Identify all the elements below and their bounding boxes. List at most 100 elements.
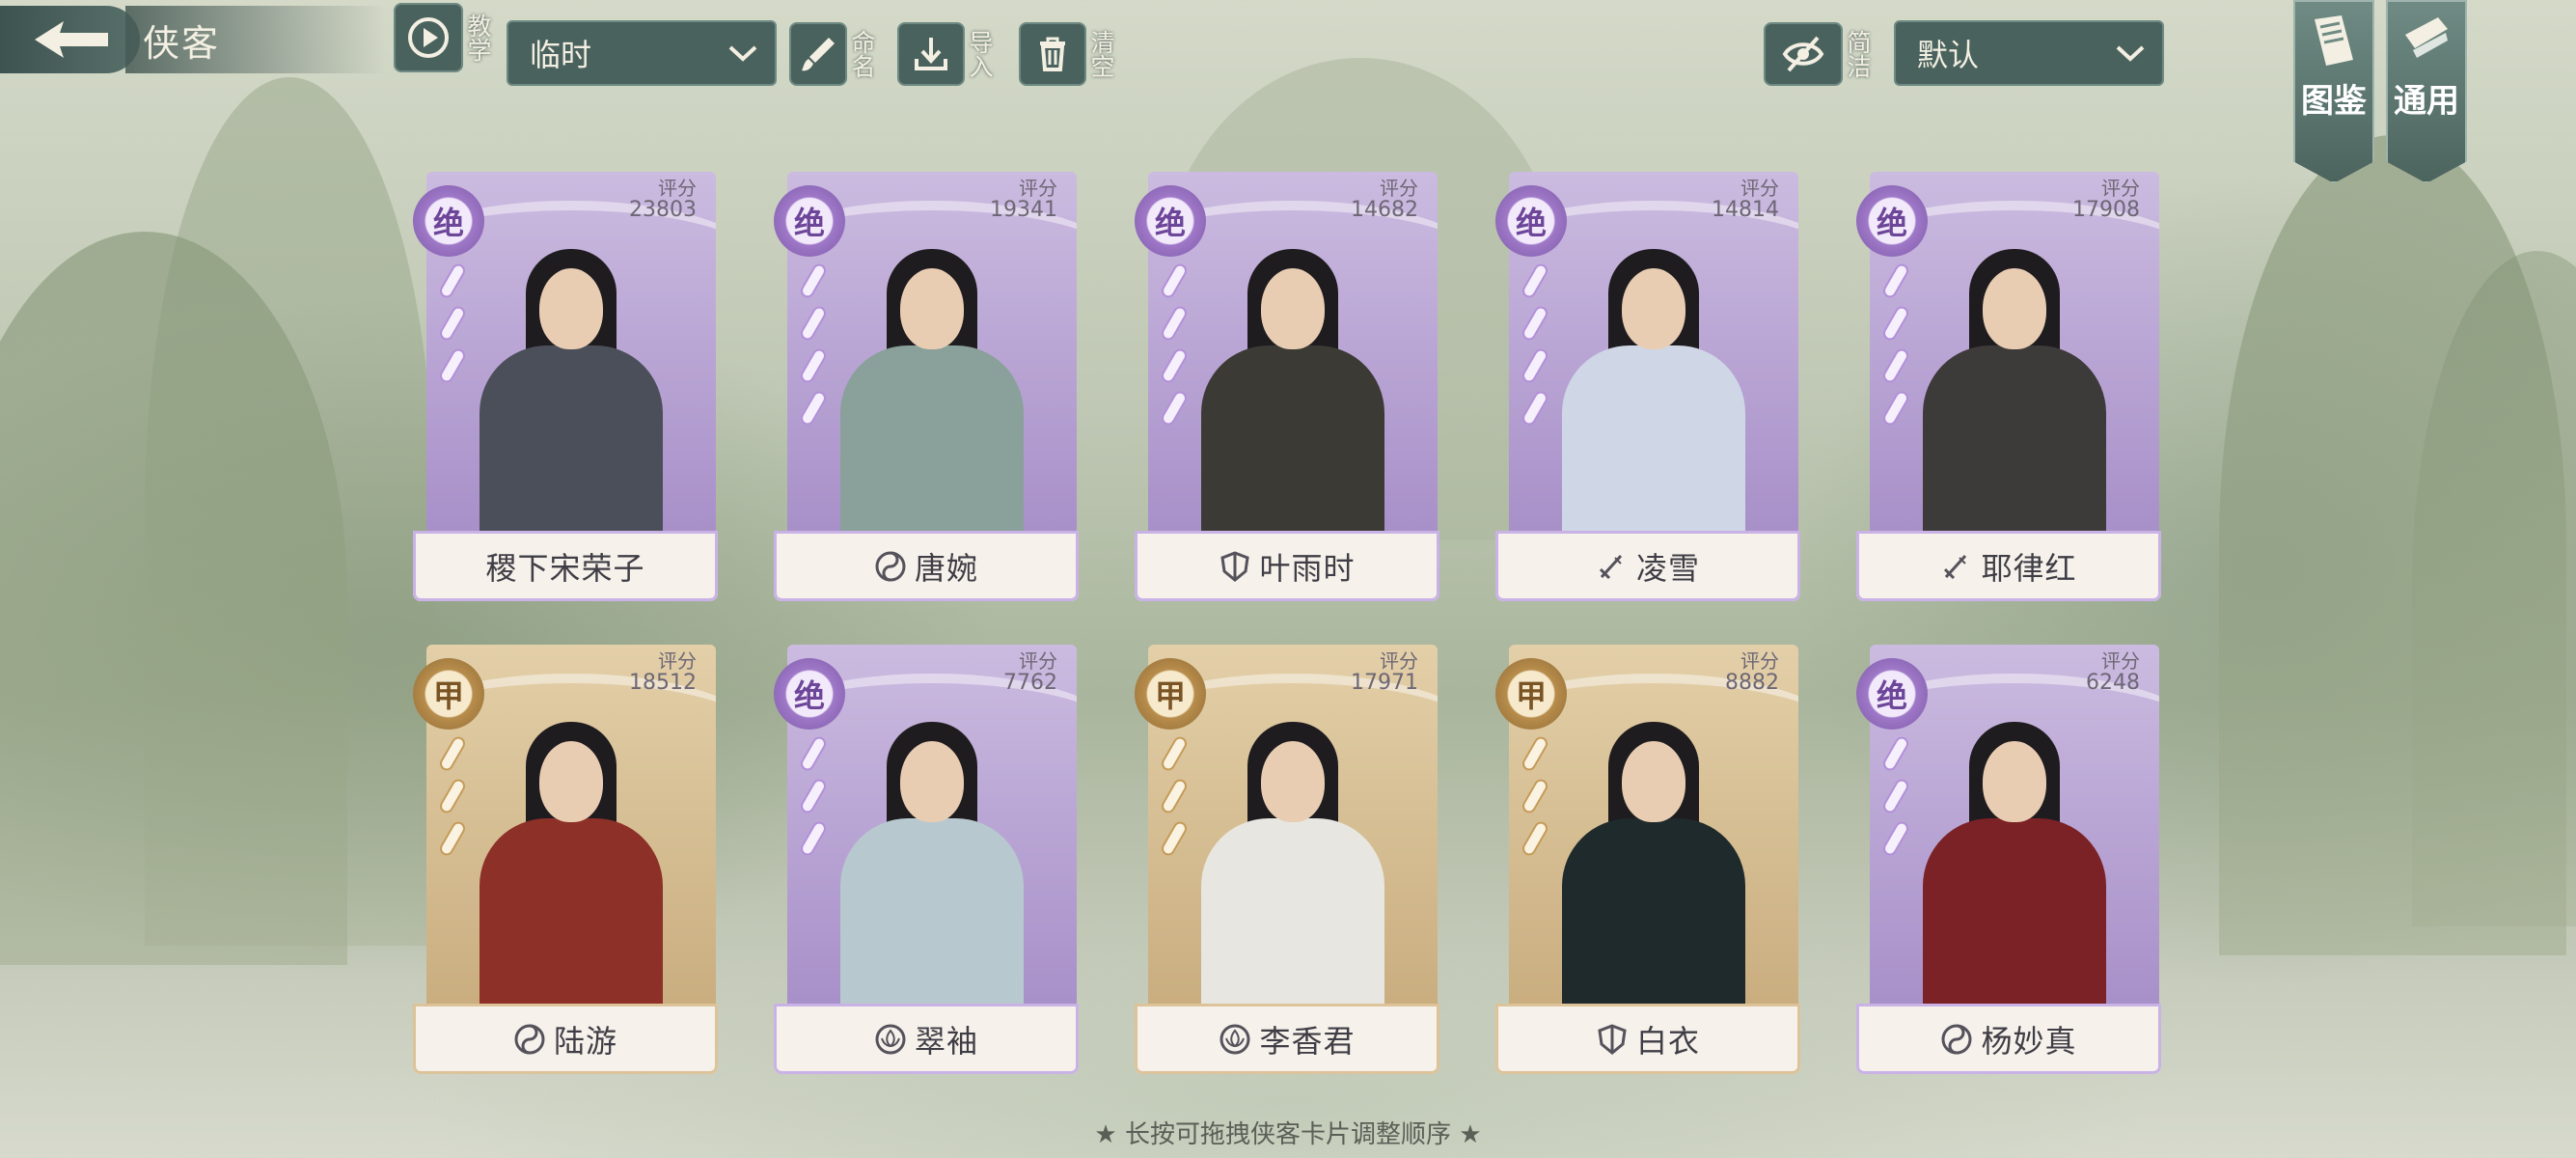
rename-label: 命名 [848, 30, 876, 78]
eye-hidden-icon [1782, 36, 1824, 72]
tab-general[interactable]: 通用 [2386, 0, 2467, 183]
bg-mountain [145, 77, 434, 946]
sword-star-icon [801, 779, 826, 813]
score-label: 评分 [1019, 649, 1057, 673]
sword-star-icon [1522, 779, 1548, 813]
character-name: 稷下宋荣子 [485, 549, 645, 587]
yin-yang-icon [875, 551, 906, 581]
score-label: 评分 [2101, 649, 2140, 673]
rank-badge: 甲 [1495, 658, 1567, 730]
score-label: 评分 [1019, 177, 1057, 200]
card-nameplate: 杨妙真 [1856, 1004, 2161, 1074]
score-display: 评分 19341 [990, 178, 1057, 222]
clear-button[interactable]: 清空 [1019, 21, 1115, 87]
character-card[interactable]: 甲 评分 8882 白衣 [1495, 645, 1800, 1074]
sword-star-icon [440, 306, 465, 341]
yin-yang-icon [514, 1024, 545, 1054]
star-swords [1156, 736, 1194, 856]
score-label: 评分 [1380, 177, 1418, 200]
score-value: 19341 [990, 198, 1057, 222]
sword-star-icon [1883, 306, 1908, 341]
rank-badge: 甲 [1135, 658, 1206, 730]
rank-badge: 绝 [774, 658, 845, 730]
sword-star-icon [1522, 306, 1548, 341]
character-name: 白衣 [1635, 1022, 1700, 1060]
back-button[interactable] [0, 6, 140, 73]
character-card[interactable]: 绝 评分 14814 凌雪 [1495, 172, 1800, 601]
brush-icon [802, 38, 835, 71]
sword-star-icon [1162, 348, 1187, 383]
score-value: 17971 [1351, 671, 1418, 695]
sword-star-icon [801, 263, 826, 298]
shield-icon [1220, 550, 1250, 582]
score-display: 评分 14682 [1351, 178, 1418, 222]
score-display: 评分 6248 [2086, 650, 2140, 695]
score-display: 评分 17971 [1351, 650, 1418, 695]
lotus-icon [875, 1024, 906, 1054]
character-name: 杨妙真 [1981, 1022, 2077, 1060]
sword-icon [1599, 554, 1623, 579]
character-name: 叶雨时 [1259, 549, 1356, 587]
tab-general-label: 通用 [2394, 82, 2459, 121]
sword-star-icon [1883, 779, 1908, 813]
clear-label: 清空 [1087, 30, 1115, 78]
card-nameplate: 白衣 [1495, 1004, 1800, 1074]
trash-icon [1040, 37, 1065, 71]
tutorial-label: 教学 [464, 14, 492, 62]
card-nameplate: 稷下宋荣子 [413, 531, 718, 601]
character-card[interactable]: 甲 评分 18512 陆游 [413, 645, 718, 1074]
card-nameplate: 耶律红 [1856, 531, 2161, 601]
sword-star-icon [440, 736, 465, 771]
character-card[interactable]: 绝 评分 6248 杨妙真 [1856, 645, 2161, 1074]
score-display: 评分 17908 [2072, 178, 2140, 222]
card-nameplate: 陆游 [413, 1004, 718, 1074]
tutorial-button[interactable]: 教学 [394, 0, 492, 75]
scroll-icon [2405, 17, 2448, 58]
card-nameplate: 叶雨时 [1135, 531, 1439, 601]
rank-badge: 绝 [774, 185, 845, 257]
sort-select[interactable]: 默认 [1894, 20, 2164, 86]
character-card[interactable]: 绝 评分 14682 叶雨时 [1135, 172, 1439, 601]
score-value: 14814 [1712, 198, 1779, 222]
sword-star-icon [801, 821, 826, 856]
star-swords [1517, 263, 1555, 426]
character-card[interactable]: 绝 评分 17908 耶律红 [1856, 172, 2161, 601]
score-value: 17908 [2072, 198, 2140, 222]
sword-icon [1944, 554, 1967, 579]
sword-star-icon [440, 263, 465, 298]
team-select[interactable]: 临时 [507, 20, 777, 86]
character-name: 唐婉 [914, 549, 978, 587]
card-nameplate: 凌雪 [1495, 531, 1800, 601]
score-label: 评分 [1740, 649, 1779, 673]
rank-badge: 绝 [1856, 658, 1928, 730]
yin-yang-icon [1941, 1024, 1972, 1054]
card-nameplate: 唐婉 [774, 531, 1079, 601]
character-card[interactable]: 绝 评分 23803 稷下宋荣子 [413, 172, 718, 601]
tab-codex[interactable]: 图鉴 [2293, 0, 2374, 183]
sort-select-value: 默认 [1917, 37, 1980, 73]
score-value: 6248 [2086, 671, 2140, 695]
star-swords [1877, 263, 1916, 426]
sword-star-icon [1162, 821, 1187, 856]
star-swords [1517, 736, 1555, 856]
lotus-icon [1219, 1024, 1250, 1054]
sword-star-icon [1883, 736, 1908, 771]
rename-button[interactable]: 命名 [789, 21, 876, 87]
simple-mode-button[interactable]: 简洁 [1764, 21, 1872, 87]
sword-star-icon [440, 348, 465, 383]
character-card[interactable]: 甲 评分 17971 李香君 [1135, 645, 1439, 1074]
score-label: 评分 [2101, 177, 2140, 200]
sword-star-icon [440, 821, 465, 856]
character-card[interactable]: 绝 评分 19341 唐婉 [774, 172, 1079, 601]
score-value: 8882 [1725, 671, 1779, 695]
character-card[interactable]: 绝 评分 7762 翠袖 [774, 645, 1079, 1074]
score-value: 7762 [1003, 671, 1057, 695]
star-swords [434, 263, 473, 383]
import-button[interactable]: 导入 [897, 21, 994, 87]
rank-badge: 甲 [413, 658, 484, 730]
character-name: 陆游 [553, 1022, 617, 1060]
character-name: 耶律红 [1981, 549, 2077, 587]
sword-star-icon [440, 779, 465, 813]
score-label: 评分 [658, 649, 697, 673]
sword-star-icon [1162, 779, 1187, 813]
